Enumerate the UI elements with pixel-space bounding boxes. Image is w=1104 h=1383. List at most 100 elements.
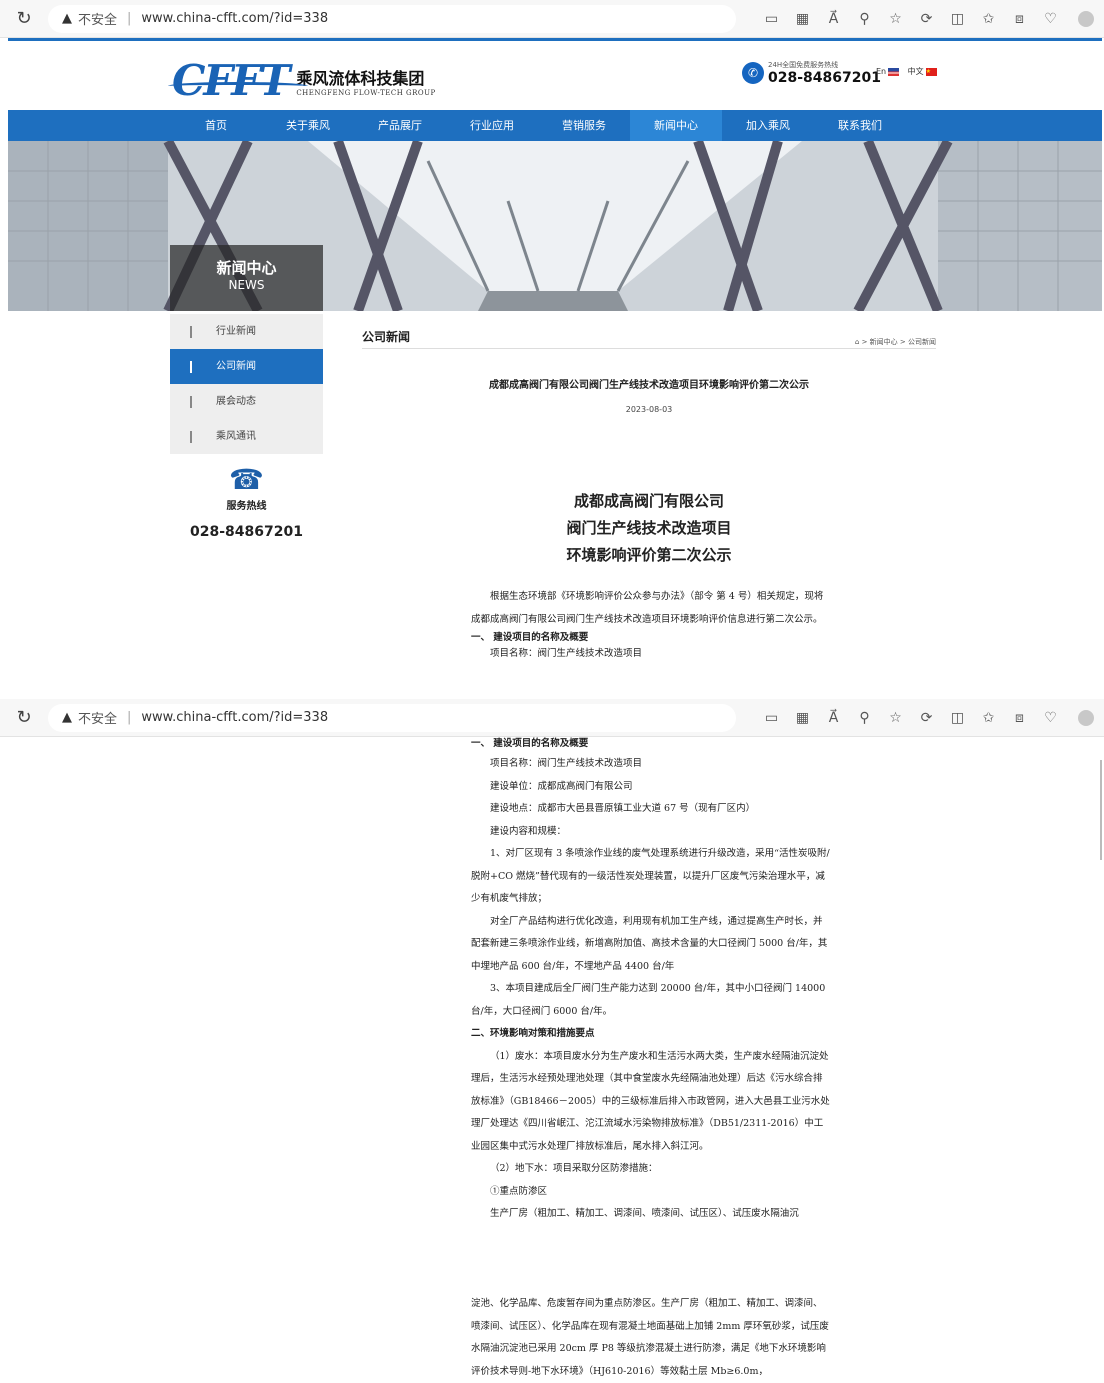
favorite-star-icon[interactable]: ☆ bbox=[880, 11, 911, 27]
article-paragraph: 建设内容和规模： bbox=[490, 825, 567, 837]
favorites-list-icon[interactable]: ✩ bbox=[973, 11, 1004, 27]
service-hotline-box: ☎ 服务热线 028-84867201 bbox=[170, 463, 323, 541]
scrollbar-thumb[interactable] bbox=[1100, 760, 1102, 860]
lang-cn-link[interactable]: 中文 bbox=[908, 67, 924, 76]
article-paragraph: （1）废水：本项目废水分为生产废水和生活污水两大类，生产废水经隔油沉淀处理后，生… bbox=[471, 1050, 830, 1152]
logo-swoosh bbox=[168, 82, 308, 90]
article-paragraph: 1、对厂区现有 3 条喷涂作业线的废气处理系统进行升级改造，采用“活性炭吸附/脱… bbox=[471, 848, 830, 904]
top-accent-line bbox=[8, 38, 1102, 41]
article-date: 2023-08-03 bbox=[625, 405, 673, 414]
banner-section-title: 新闻中心 NEWS bbox=[170, 245, 323, 311]
sidebar-item-label: 乘风通讯 bbox=[216, 431, 256, 442]
favorites-list-icon[interactable]: ✩ bbox=[973, 710, 1004, 726]
article-section-heading: 二、环境影响对策和措施要点 bbox=[471, 1028, 595, 1039]
hotline-caption: 24H全国免费服务热线 bbox=[768, 61, 839, 69]
sidebar-item-newsletter[interactable]: 乘风通讯 bbox=[170, 419, 323, 454]
address-bar[interactable]: ▲ 不安全 | www.china-cfft.com/?id=338 bbox=[48, 703, 736, 732]
article-paragraph: 对全厂产品结构进行优化改造，利用现有机加工生产线，通过提高生产时长，并配套新建三… bbox=[471, 915, 828, 972]
nav-industry[interactable]: 行业应用 bbox=[446, 110, 538, 141]
section-title: 公司新闻 bbox=[362, 330, 411, 344]
header-hotline: ✆ 24H全国免费服务热线 028-84867201 bbox=[742, 60, 881, 86]
nav-products[interactable]: 产品展厅 bbox=[354, 110, 446, 141]
profile-avatar[interactable] bbox=[1078, 709, 1094, 726]
article-paragraph: 3、本项目建成后全厂阀门生产能力达到 20000 台/年，其中小口径阀门 140… bbox=[471, 983, 826, 1017]
sidebar-item-marker bbox=[190, 396, 192, 408]
article-body-bottom: 淀池、化学品库、危废暂存间为重点防渗区。生产厂房（粗加工、精加工、调漆间、喷漆间… bbox=[471, 1293, 831, 1383]
phone-icon: ✆ bbox=[742, 62, 764, 84]
sidebar-item-marker bbox=[190, 326, 192, 338]
article-heading-line: 阀门生产线技术改造项目 bbox=[566, 519, 732, 537]
qr-icon[interactable]: ▦ bbox=[787, 11, 818, 27]
nav-marketing[interactable]: 营销服务 bbox=[538, 110, 630, 141]
content-header: 公司新闻 ⌂ > 新闻中心 > 公司新闻 bbox=[362, 311, 936, 349]
favorite-star-icon[interactable]: ☆ bbox=[880, 710, 911, 726]
article-body-middle: 一、 建设项目的名称及概要 项目名称：阀门生产线技术改造项目 建设单位：成都成高… bbox=[471, 735, 831, 1226]
collections-icon[interactable]: ⧈ bbox=[1004, 11, 1035, 27]
extensions-icon[interactable]: ⟳ bbox=[911, 11, 942, 27]
sidebar-item-company-news[interactable]: 公司新闻 bbox=[170, 349, 323, 384]
breadcrumb: ⌂ > 新闻中心 > 公司新闻 bbox=[855, 337, 936, 347]
article-section-heading: 一、 建设项目的名称及概要 bbox=[471, 738, 589, 749]
nav-news[interactable]: 新闻中心 bbox=[630, 110, 722, 141]
zoom-icon[interactable]: ⚲ bbox=[849, 710, 880, 726]
article-paragraph: （2）地下水：项目采取分区防渗措施： bbox=[490, 1163, 658, 1174]
nav-home[interactable]: 首页 bbox=[170, 110, 262, 141]
reload-icon[interactable]: ↻ bbox=[14, 8, 34, 29]
split-screen-icon[interactable]: ▭ bbox=[756, 11, 787, 27]
read-aloud-icon[interactable]: A⃗ bbox=[818, 710, 849, 726]
logo-letters: CFFT bbox=[172, 56, 290, 105]
qr-icon[interactable]: ▦ bbox=[787, 710, 818, 726]
url-text[interactable]: www.china-cfft.com/?id=338 bbox=[141, 11, 328, 26]
sidebar-item-label: 展会动态 bbox=[216, 396, 256, 407]
split-view-icon[interactable]: ◫ bbox=[942, 11, 973, 27]
sidebar-item-exhibitions[interactable]: 展会动态 bbox=[170, 384, 323, 419]
article-section-heading: 一、 建设项目的名称及概要 bbox=[471, 632, 589, 643]
address-separator: | bbox=[127, 11, 132, 26]
profile-avatar[interactable] bbox=[1078, 10, 1094, 27]
banner-title-cn: 新闻中心 bbox=[216, 259, 277, 277]
nav-about[interactable]: 关于乘风 bbox=[262, 110, 354, 141]
read-aloud-icon[interactable]: A⃗ bbox=[818, 11, 849, 27]
warning-icon[interactable]: ▲ bbox=[62, 710, 72, 725]
us-flag-icon[interactable] bbox=[888, 67, 900, 76]
sidebar-item-label: 公司新闻 bbox=[216, 361, 256, 372]
zoom-icon[interactable]: ⚲ bbox=[849, 11, 880, 27]
lang-en-link[interactable]: En bbox=[876, 67, 886, 76]
sidebar-item-industry-news[interactable]: 行业新闻 bbox=[170, 314, 323, 349]
insecure-label[interactable]: 不安全 bbox=[78, 9, 117, 28]
home-icon[interactable]: ⌂ bbox=[855, 338, 859, 346]
url-text[interactable]: www.china-cfft.com/?id=338 bbox=[141, 710, 328, 725]
browser-toolbar-2: ↻ ▲ 不安全 | www.china-cfft.com/?id=338 ▭ ▦… bbox=[0, 699, 1104, 737]
nav-join[interactable]: 加入乘风 bbox=[722, 110, 814, 141]
nav-contact[interactable]: 联系我们 bbox=[814, 110, 906, 141]
split-screen-icon[interactable]: ▭ bbox=[756, 710, 787, 726]
main-navigation: 首页 关于乘风 产品展厅 行业应用 营销服务 新闻中心 加入乘风 联系我们 bbox=[8, 110, 1102, 141]
performance-icon[interactable]: ♡ bbox=[1035, 710, 1066, 726]
article-paragraph: 建设单位：成都成高阀门有限公司 bbox=[490, 780, 633, 792]
reload-icon[interactable]: ↻ bbox=[14, 707, 34, 728]
address-separator: | bbox=[127, 710, 132, 725]
breadcrumb-text[interactable]: > 新闻中心 > 公司新闻 bbox=[862, 338, 936, 346]
article-paragraph: 根据生态环境部《环境影响评价公众参与办法》（部令 第 4 号）相关规定，现将成都… bbox=[471, 591, 824, 625]
address-bar[interactable]: ▲ 不安全 | www.china-cfft.com/?id=338 bbox=[48, 4, 736, 33]
article-paragraph: 建设地点：成都市大邑县晋原镇工业大道 67 号（现有厂区内） bbox=[490, 803, 756, 814]
extensions-icon[interactable]: ⟳ bbox=[911, 710, 942, 726]
split-view-icon[interactable]: ◫ bbox=[942, 710, 973, 726]
service-number: 028-84867201 bbox=[190, 524, 303, 540]
performance-icon[interactable]: ♡ bbox=[1035, 11, 1066, 27]
article-heading-line: 环境影响评价第二次公示 bbox=[566, 546, 732, 564]
insecure-label[interactable]: 不安全 bbox=[78, 708, 117, 727]
logo-chinese-name: 乘风流体科技集团 bbox=[296, 68, 425, 88]
telephone-icon: ☎ bbox=[229, 463, 264, 496]
site-logo[interactable]: CFFT 乘风流体科技集团 CHENGFENG FLOW-TECH GROUP bbox=[168, 56, 436, 105]
sidebar-item-marker bbox=[190, 361, 192, 373]
article-paragraph: 项目名称：阀门生产线技术改造项目 bbox=[490, 758, 643, 769]
sidebar-item-marker bbox=[190, 431, 192, 443]
article-paragraph: 项目名称：阀门生产线技术改造项目 bbox=[490, 648, 643, 659]
article-paragraph: 淀池、化学品库、危废暂存间为重点防渗区。生产厂房（粗加工、精加工、调漆间、喷漆间… bbox=[471, 1298, 829, 1377]
collections-icon[interactable]: ⧈ bbox=[1004, 710, 1035, 726]
browser-toolbar: ↻ ▲ 不安全 | www.china-cfft.com/?id=338 ▭ ▦… bbox=[0, 0, 1104, 38]
warning-icon[interactable]: ▲ bbox=[62, 11, 72, 26]
article-paragraph: 生产厂房（粗加工、精加工、调漆间、喷漆间、试压区）、试压废水隔油沉 bbox=[490, 1208, 799, 1219]
article-body-top: 根据生态环境部《环境影响评价公众参与办法》（部令 第 4 号）相关规定，现将成都… bbox=[471, 586, 831, 663]
